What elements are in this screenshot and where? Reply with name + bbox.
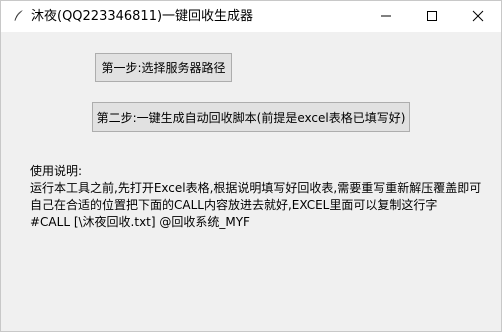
select-server-path-button[interactable]: 第一步:选择服务器路径 bbox=[95, 53, 232, 82]
app-window: 沐夜(QQ223346811)一键回收生成器 第一步:选择服务器路径 第二步:一… bbox=[0, 0, 502, 332]
usage-line: 运行本工具之前,先打开Excel表格,根据说明填写好回收表,需要重写重新解压覆盖… bbox=[30, 181, 482, 195]
generate-script-button[interactable]: 第二步:一键生成自动回收脚本(前提是excel表格已填写好) bbox=[92, 102, 410, 132]
minimize-icon bbox=[380, 7, 392, 26]
close-icon bbox=[472, 7, 484, 26]
maximize-icon bbox=[426, 7, 438, 26]
feather-icon bbox=[10, 8, 26, 24]
window-title: 沐夜(QQ223346811)一键回收生成器 bbox=[31, 9, 254, 24]
title-bar[interactable]: 沐夜(QQ223346811)一键回收生成器 bbox=[1, 1, 501, 32]
minimize-button[interactable] bbox=[363, 1, 409, 32]
close-button[interactable] bbox=[455, 1, 501, 32]
usage-line: 自己在合适的位置把下面的CALL内容放进去就好,EXCEL里面可以复制这行字 bbox=[30, 198, 438, 212]
usage-heading: 使用说明: bbox=[30, 164, 83, 178]
maximize-button[interactable] bbox=[409, 1, 455, 32]
usage-line: #CALL [\沐夜回收.txt] @回收系统_MYF bbox=[30, 215, 250, 229]
usage-instructions: 使用说明: 运行本工具之前,先打开Excel表格,根据说明填写好回收表,需要重写… bbox=[30, 163, 481, 231]
